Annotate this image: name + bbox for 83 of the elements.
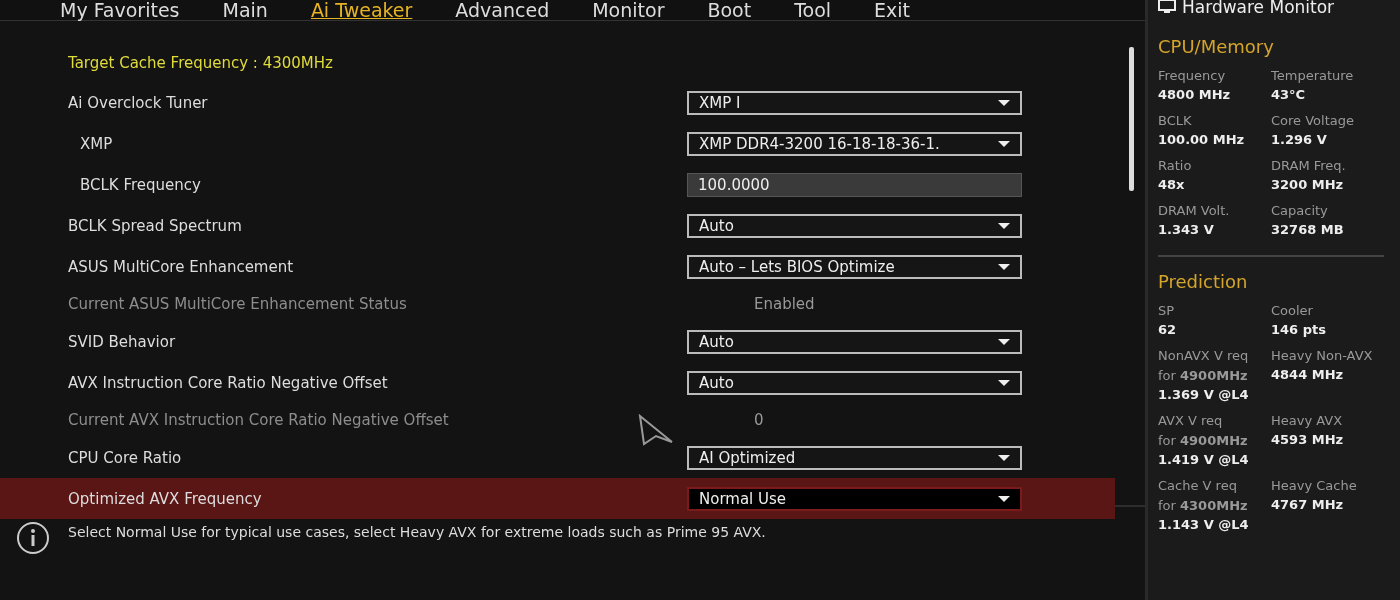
stat-value: 146 pts: [1271, 322, 1327, 337]
stat-value: 100.00 MHz: [1158, 132, 1246, 147]
caret-icon: [998, 222, 1010, 229]
caret-icon: [998, 338, 1010, 345]
stat-value: 4767 MHz: [1271, 497, 1345, 512]
dropdown-select[interactable]: XMP DDR4-3200 16-18-18-36-1.: [687, 131, 1022, 156]
info-icon: [16, 521, 50, 555]
caret-icon: [998, 379, 1010, 386]
caret-icon: [998, 454, 1010, 461]
stat-value: 1.419 V @L4: [1158, 452, 1250, 467]
dropdown-select[interactable]: Auto: [687, 329, 1022, 354]
menu-tab[interactable]: Ai Tweaker: [310, 0, 413, 20]
stat-value: 3200 MHz: [1271, 177, 1345, 192]
input-field[interactable]: 100.0000: [687, 172, 1022, 197]
setting-label: AVX Instruction Core Ratio Negative Offset: [67, 373, 389, 392]
stat-value: 4593 MHz: [1271, 432, 1345, 447]
setting-label: Target Cache Frequency : 4300MHz: [67, 53, 334, 72]
stat-value: 1.143 V @L4: [1158, 517, 1250, 532]
setting-label: SVID Behavior: [67, 332, 177, 351]
setting-label: Ai Overclock Tuner: [67, 93, 209, 112]
mouse-pointer-icon: [638, 414, 674, 446]
stat-label: Capacity: [1271, 202, 1329, 219]
dropdown-select[interactable]: Auto – Lets BIOS Optimize: [687, 254, 1022, 279]
stat-label: BCLK: [1158, 112, 1193, 129]
stat-value: 4844 MHz: [1271, 367, 1345, 382]
selected-setting-row[interactable]: Optimized AVX Frequency Normal Use: [0, 478, 1115, 519]
stat-label: Ratio: [1158, 157, 1193, 174]
stat-label: SP: [1158, 302, 1176, 319]
caret-icon: [998, 263, 1010, 270]
caret-icon: [998, 99, 1010, 106]
panel-title: Hardware Monitor: [1182, 0, 1335, 14]
stat-label: for 4900MHz: [1158, 432, 1249, 449]
stat-label: Heavy AVX: [1271, 412, 1344, 429]
status-value: Enabled: [753, 295, 815, 313]
section-title: Prediction: [1158, 271, 1249, 292]
setting-label: CPU Core Ratio: [67, 448, 183, 467]
stat-value: 4800 MHz: [1158, 87, 1232, 102]
stat-value: 48x: [1158, 177, 1186, 192]
monitor-icon: [1158, 0, 1176, 14]
stat-label: Heavy Non-AVX: [1271, 347, 1374, 364]
stat-value: 1.296 V: [1271, 132, 1328, 147]
stat-label: Core Voltage: [1271, 112, 1355, 129]
stat-label: for 4900MHz: [1158, 367, 1249, 384]
menu-tab[interactable]: Exit: [874, 0, 911, 20]
dropdown-select[interactable]: Auto: [687, 213, 1022, 238]
stat-value: 32768 MB: [1271, 222, 1345, 237]
setting-label: Optimized AVX Frequency: [67, 489, 263, 508]
stat-label: Cooler: [1271, 302, 1314, 319]
menu-tab[interactable]: Monitor: [592, 0, 665, 20]
setting-label: XMP: [79, 134, 114, 153]
dropdown-select[interactable]: AI Optimized: [687, 445, 1022, 470]
stat-value: 1.343 V: [1158, 222, 1215, 237]
menu-tab[interactable]: Main: [222, 0, 268, 20]
stat-label: Temperature: [1271, 67, 1355, 84]
menu-tab[interactable]: Advanced: [455, 0, 550, 20]
stat-label: Frequency: [1158, 67, 1227, 84]
menu-tab[interactable]: My Favorites: [60, 0, 180, 20]
caret-icon: [998, 495, 1010, 502]
dropdown-select[interactable]: Normal Use: [687, 486, 1022, 511]
scrollbar[interactable]: [1129, 47, 1134, 191]
stat-value: 43°C: [1271, 87, 1307, 102]
stat-label: NonAVX V req: [1158, 347, 1250, 364]
help-text: Select Normal Use for typical use cases, select Heavy AVX for extreme loads such as Prime 95 AVX.: [68, 523, 766, 540]
stat-label: Heavy Cache: [1271, 477, 1358, 494]
status-value: 0: [753, 411, 764, 429]
setting-label: Current AVX Instruction Core Ratio Negative Offset: [67, 411, 450, 429]
stat-value: 62: [1158, 322, 1178, 337]
stat-label: DRAM Freq.: [1271, 157, 1347, 174]
menu-tab[interactable]: Tool: [794, 0, 832, 20]
stat-label: AVX V req: [1158, 412, 1224, 429]
setting-label: BCLK Spread Spectrum: [67, 216, 243, 235]
dropdown-select[interactable]: Auto: [687, 370, 1022, 395]
setting-label: Current ASUS MultiCore Enhancement Status: [67, 295, 408, 313]
setting-label: BCLK Frequency: [79, 175, 202, 194]
section-title: CPU/Memory: [1158, 36, 1275, 57]
menu-tab[interactable]: Boot: [707, 0, 752, 20]
setting-label: ASUS MultiCore Enhancement: [67, 257, 295, 276]
stat-value: 1.369 V @L4: [1158, 387, 1250, 402]
dropdown-select[interactable]: XMP I: [687, 90, 1022, 115]
caret-icon: [998, 140, 1010, 147]
stat-label: Cache V req: [1158, 477, 1238, 494]
stat-label: DRAM Volt.: [1158, 202, 1231, 219]
stat-label: for 4300MHz: [1158, 497, 1249, 514]
